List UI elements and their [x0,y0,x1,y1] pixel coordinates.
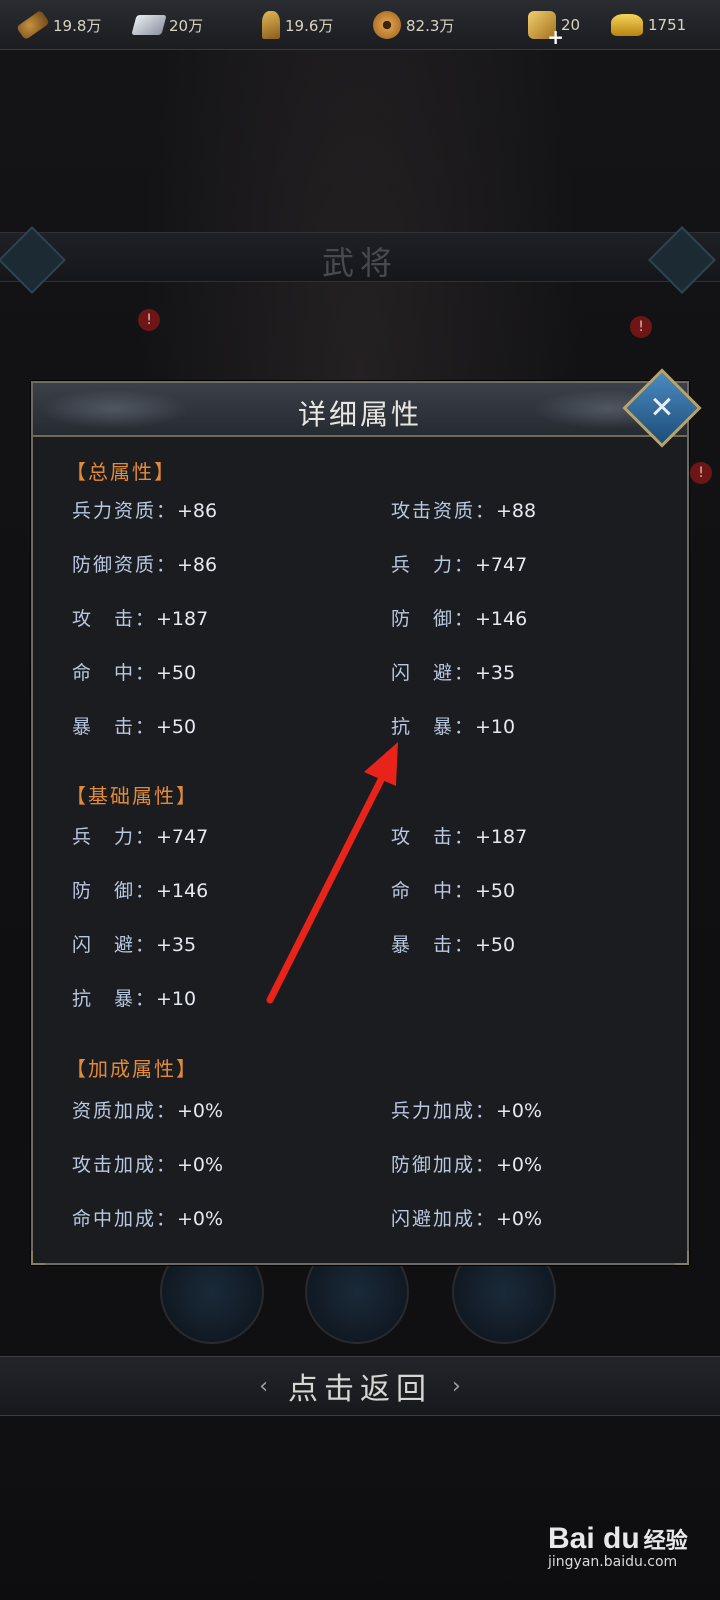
jingyan-logo: 经验 [643,1529,688,1554]
chevron-left-icon: ‹ [259,1373,268,1399]
watermark-url: jingyan.baidu.com [548,1554,678,1570]
baidu-logo: Bai du [548,1522,640,1555]
return-button[interactable]: ‹ 点击返回 › [0,1356,720,1416]
chevron-right-icon: › [452,1373,461,1399]
baidu-jingyan-watermark: Bai du 经验 jingyan.baidu.com [548,1522,688,1570]
return-button-label: 点击返回 [288,1372,432,1407]
